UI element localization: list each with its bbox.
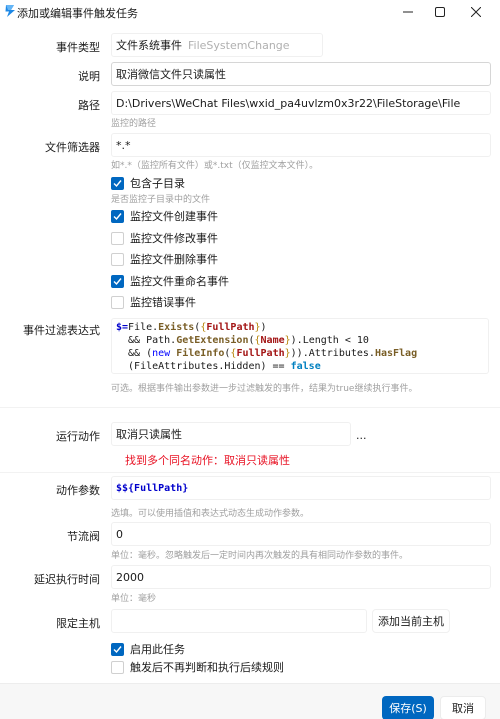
checkbox-box [111,642,124,656]
expression-line-1: $=File.Exists({FullPath}) [116,322,267,333]
throttle-label: 节流阀 [67,530,100,543]
throttle-input[interactable]: 0 [111,522,491,546]
action-error: 找到多个同名动作：取消只读属性 [125,454,290,467]
checkbox-label: 监控文件删除事件 [130,253,218,266]
check-icon [113,277,122,285]
delay-hint: 单位：毫秒 [111,594,157,604]
filter-hint: 如*.*（监控所有文件）或*.txt（仅监控文本文件）。 [111,161,319,171]
checkbox-box [111,295,124,309]
monitor-delete-checkbox[interactable]: 监控文件删除事件 [111,251,218,267]
action-value: 取消只读属性 [116,428,182,441]
expression-line-4: (FileAttributes.Hidden) == false [116,361,321,372]
checkbox-box [111,231,124,245]
filter-input[interactable]: *.* [111,133,491,157]
delay-value: 2000 [116,570,144,584]
minimize-icon [403,11,413,13]
app-icon [5,5,15,17]
host-input[interactable] [111,609,367,633]
monitor-modify-checkbox[interactable]: 监控文件修改事件 [111,230,218,246]
checkbox-label: 启用此任务 [130,643,185,656]
cancel-button[interactable]: 取消 [440,696,486,719]
description-label: 说明 [78,70,100,83]
expression-editor[interactable]: $=File.Exists({FullPath}) && Path.GetExt… [111,318,489,374]
minimize-button[interactable] [392,0,424,24]
section-divider [0,472,500,473]
expression-label: 事件过滤表达式 [23,324,100,337]
throttle-hint: 单位：毫秒。忽略触发后一定时间内再次触发的具有相同动作参数的事件。 [111,551,409,561]
check-icon [113,179,122,187]
monitor-create-checkbox[interactable]: 监控文件创建事件 [111,208,218,224]
title-bar: 添加或编辑事件触发任务 [0,0,500,24]
path-input[interactable]: D:\Drivers\WeChat Files\wxid_pa4uvlzm0x3… [111,91,491,115]
stop-after-trigger-checkbox[interactable]: 触发后不再判断和执行后续规则 [111,659,284,675]
delay-label: 延迟执行时间 [34,573,100,586]
window-title: 添加或编辑事件触发任务 [17,7,138,20]
checkbox-box [111,176,124,190]
expression-line-2: && Path.GetExtension({Name}).Length < 10 [116,335,369,346]
action-input[interactable]: 取消只读属性 [111,422,351,446]
filter-value: *.* [116,138,131,152]
enable-task-checkbox[interactable]: 启用此任务 [111,641,185,657]
path-hint: 监控的路径 [111,119,157,129]
action-params-label: 动作参数 [56,484,100,497]
event-type-value: 文件系统事件 [116,39,182,52]
include-subdirs-checkbox[interactable]: 包含子目录 [111,175,185,191]
action-label: 运行动作 [56,430,100,443]
checkbox-box [111,274,124,288]
action-params-hint: 选填。可以使用插值和表达式动态生成动作参数。 [111,509,310,519]
checkbox-box [111,209,124,223]
checkbox-label: 包含子目录 [130,177,185,190]
path-value: D:\Drivers\WeChat Files\wxid_pa4uvlzm0x3… [116,96,461,110]
checkbox-label: 监控文件重命名事件 [130,275,229,288]
close-icon [471,7,481,17]
event-type-secondary: FileSystemChange [188,38,290,52]
checkbox-label: 触发后不再判断和执行后续规则 [130,661,284,674]
close-button[interactable] [460,0,492,24]
filter-label: 文件筛选器 [45,141,100,154]
checkbox-box [111,252,124,266]
maximize-button[interactable] [424,0,456,24]
save-button[interactable]: 保存(S) [382,696,434,719]
monitor-error-checkbox[interactable]: 监控错误事件 [111,294,196,310]
event-type-select[interactable]: 文件系统事件 FileSystemChange [111,33,323,57]
host-label: 限定主机 [56,617,100,630]
add-current-host-button[interactable]: 添加当前主机 [372,609,450,633]
description-value: 取消微信文件只读属性 [116,68,226,81]
throttle-value: 0 [116,527,123,541]
expression-line-3: && (new FileInfo({FullPath})).Attributes… [116,348,418,359]
maximize-icon [435,7,445,17]
checkbox-label: 监控文件创建事件 [130,210,218,223]
checkbox-label: 监控文件修改事件 [130,232,218,245]
check-icon [113,212,122,220]
checkbox-box [111,660,124,674]
include-subdirs-hint: 是否监控子目录中的文件 [111,195,211,205]
check-icon [113,645,122,653]
event-type-label: 事件类型 [56,41,100,54]
section-divider [0,407,500,408]
action-params-input[interactable]: $${FullPath} [111,476,491,500]
delay-input[interactable]: 2000 [111,565,491,589]
path-label: 路径 [78,99,100,112]
monitor-rename-checkbox[interactable]: 监控文件重命名事件 [111,273,229,289]
checkbox-label: 监控错误事件 [130,296,196,309]
description-input[interactable]: 取消微信文件只读属性 [111,62,491,86]
action-browse-button[interactable]: ... [356,429,367,442]
action-params-value: $${FullPath} [116,482,189,494]
expression-hint: 可选。根据事件输出参数进一步过滤触发的事件，结果为true继续执行事件。 [111,384,418,394]
